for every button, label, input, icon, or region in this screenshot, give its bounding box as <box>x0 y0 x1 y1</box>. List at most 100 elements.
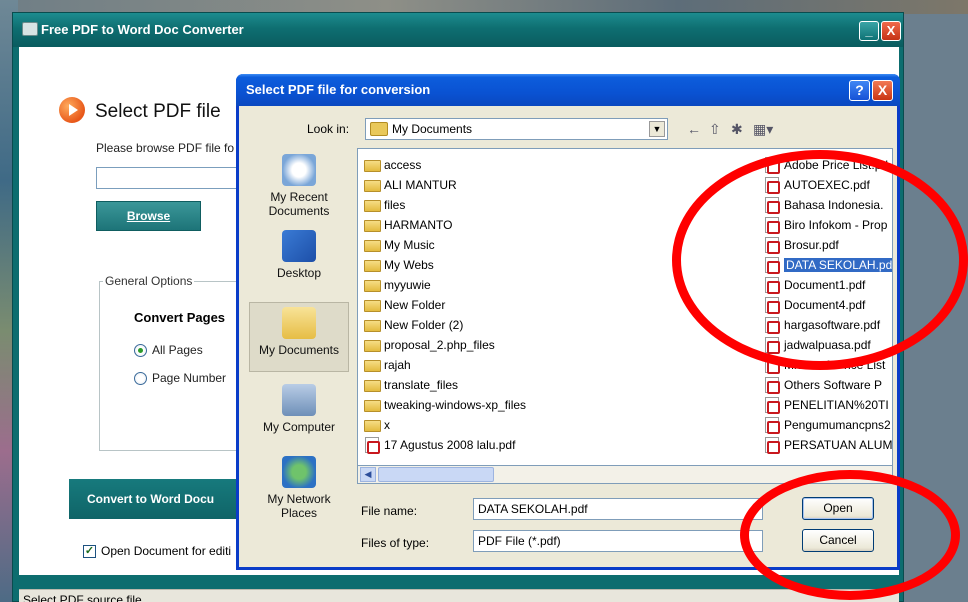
converter-titlebar[interactable]: Free PDF to Word Doc Converter <box>13 13 903 47</box>
pdf-file-icon <box>765 437 780 454</box>
item-label: 17 Agustus 2008 lalu.pdf <box>384 438 516 452</box>
close-button[interactable]: X <box>881 21 901 41</box>
place-label: My Computer <box>262 420 336 434</box>
list-item[interactable]: 17 Agustus 2008 lalu.pdf <box>362 435 526 455</box>
item-label: New Folder (2) <box>384 318 464 332</box>
chevron-down-icon[interactable]: ▼ <box>649 121 665 137</box>
item-label: rajah <box>384 358 411 372</box>
browse-hint-text: Please browse PDF file fo <box>96 141 235 155</box>
item-label: Others Software P <box>784 378 883 392</box>
folder-icon <box>364 200 381 212</box>
folder-icon <box>364 360 381 372</box>
minimize-button[interactable]: _ <box>859 21 879 41</box>
list-item[interactable]: Pengumumancpns2 <box>762 415 892 435</box>
list-item[interactable]: New Folder <box>362 295 526 315</box>
new-folder-icon[interactable]: ✱ <box>731 121 743 138</box>
general-options-group <box>99 281 259 451</box>
item-label: x <box>384 418 390 432</box>
list-item[interactable]: proposal_2.php_files <box>362 335 526 355</box>
folder-icon <box>364 320 381 332</box>
folder-icon <box>364 220 381 232</box>
view-menu-icon[interactable]: ▦▾ <box>753 121 773 138</box>
open-document-label: Open Document for editi <box>101 544 232 558</box>
list-item[interactable]: myyuwie <box>362 275 526 295</box>
list-item[interactable]: My Webs <box>362 255 526 275</box>
list-item[interactable]: My Music <box>362 235 526 255</box>
browse-button[interactable]: Browse <box>96 201 201 231</box>
item-label: My Music <box>384 238 435 252</box>
clock-icon <box>282 154 316 186</box>
converter-title: Free PDF to Word Doc Converter <box>41 22 244 37</box>
item-label: ALI MANTUR <box>384 178 457 192</box>
convert-pages-label: Convert Pages <box>134 310 226 325</box>
help-button[interactable]: ? <box>849 80 870 101</box>
list-item[interactable]: New Folder (2) <box>362 315 526 335</box>
documents-folder-icon <box>282 307 316 339</box>
file-name-label: File name: <box>361 504 418 518</box>
place-my-documents[interactable]: My Documents <box>249 302 349 372</box>
dialog-close-button[interactable]: X <box>872 80 893 101</box>
open-document-checkbox[interactable]: ✓ <box>83 545 96 558</box>
list-item[interactable]: Others Software P <box>762 375 892 395</box>
scroll-thumb[interactable] <box>378 467 494 482</box>
item-label: files <box>384 198 406 212</box>
look-in-value: My Documents <box>392 122 473 136</box>
item-label: New Folder <box>384 298 446 312</box>
dialog-title: Select PDF file for conversion <box>246 82 431 97</box>
play-icon <box>59 97 85 123</box>
network-globe-icon <box>282 456 316 488</box>
back-icon[interactable]: ← <box>687 121 701 137</box>
page-number-label: Page Number <box>152 371 227 385</box>
list-item[interactable]: access <box>362 155 526 175</box>
place-label: Desktop <box>276 266 322 280</box>
item-label: HARMANTO <box>384 218 453 232</box>
dialog-titlebar[interactable]: Select PDF file for conversion <box>236 74 900 106</box>
item-label: PERSATUAN ALUM <box>784 438 893 452</box>
place-desktop[interactable]: Desktop <box>249 230 349 280</box>
folder-icon <box>364 420 381 432</box>
look-in-dropdown[interactable]: My Documents ▼ <box>365 118 668 140</box>
list-item[interactable]: HARMANTO <box>362 215 526 235</box>
folder-icon <box>370 122 388 136</box>
general-options-legend: General Options <box>103 274 195 288</box>
folder-icon <box>364 180 381 192</box>
place-network[interactable]: My Network Places <box>249 456 349 520</box>
list-item[interactable]: translate_files <box>362 375 526 395</box>
item-label: tweaking-windows-xp_files <box>384 398 527 412</box>
annotation-circle-file <box>672 150 968 370</box>
list-item[interactable]: x <box>362 415 526 435</box>
item-label: translate_files <box>384 378 459 392</box>
desktop-icon <box>282 230 316 262</box>
item-label: My Webs <box>384 258 434 272</box>
files-of-type-dropdown[interactable]: PDF File (*.pdf) <box>473 530 763 552</box>
place-recent-documents[interactable]: My Recent Documents <box>249 154 349 218</box>
list-item[interactable]: PENELITIAN%20TI <box>762 395 892 415</box>
computer-icon <box>282 384 316 416</box>
page-number-radio[interactable] <box>134 372 147 385</box>
place-label: My Documents <box>258 343 340 357</box>
item-label: myyuwie <box>384 278 431 292</box>
list-item[interactable]: PERSATUAN ALUM <box>762 435 893 455</box>
list-item[interactable]: tweaking-windows-xp_files <box>362 395 526 415</box>
pdf-path-input[interactable] <box>96 167 246 189</box>
place-my-computer[interactable]: My Computer <box>249 384 349 434</box>
list-item[interactable]: ALI MANTUR <box>362 175 526 195</box>
list-item[interactable]: files <box>362 195 526 215</box>
all-pages-radio[interactable] <box>134 344 147 357</box>
app-icon <box>22 22 38 36</box>
annotation-circle-open <box>740 470 960 600</box>
scroll-left-icon[interactable]: ◀ <box>360 467 376 482</box>
look-in-label: Look in: <box>307 122 350 136</box>
up-folder-icon[interactable]: ⇧ <box>709 121 721 138</box>
web-folder-icon <box>364 260 381 272</box>
pdf-file-icon <box>765 417 780 434</box>
pdf-file-icon <box>365 437 380 454</box>
item-label: proposal_2.php_files <box>384 338 495 352</box>
convert-to-word-button[interactable]: Convert to Word Docu <box>69 479 259 519</box>
list-item[interactable]: rajah <box>362 355 526 375</box>
files-of-type-label: Files of type: <box>361 536 430 550</box>
pdf-file-icon <box>765 397 780 414</box>
file-name-input[interactable]: DATA SEKOLAH.pdf <box>473 498 763 520</box>
all-pages-label: All Pages <box>152 343 203 357</box>
pdf-file-icon <box>765 377 780 394</box>
